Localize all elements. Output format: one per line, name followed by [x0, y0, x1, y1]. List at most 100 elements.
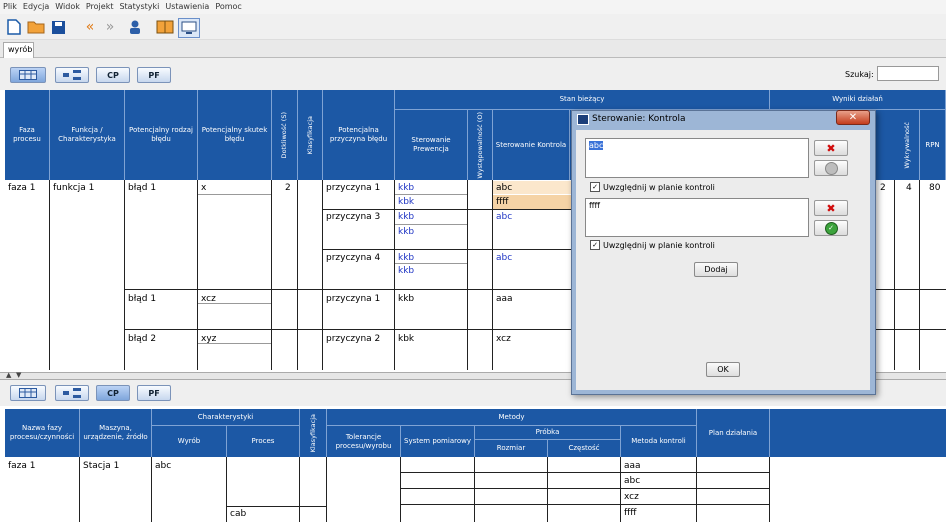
cell-metoda-kontroli[interactable]: abc — [621, 476, 640, 486]
cell-result-w[interactable]: 4 — [903, 183, 912, 193]
lower-cp-view-button[interactable]: CP — [96, 385, 130, 401]
cell-wyrob[interactable]: abc — [152, 461, 171, 471]
add-button[interactable]: Dodaj — [694, 262, 738, 277]
header-wykrywalnosc: Wykrywalność — [895, 110, 920, 180]
header-czestosc: Częstość — [548, 440, 621, 457]
grid-line — [326, 457, 327, 522]
header-charakterystyki: Charakterystyki — [152, 409, 300, 426]
lower-tree-view-button[interactable] — [55, 385, 89, 401]
forward-icon[interactable]: » — [100, 18, 120, 36]
cell-kontrola[interactable]: abc — [493, 253, 512, 263]
dialog-title: Sterowanie: Kontrola — [592, 114, 686, 124]
cp-view-button[interactable]: CP — [96, 67, 130, 83]
cell-przyczyna[interactable]: przyczyna 1 — [323, 183, 380, 193]
cell-kontrola[interactable]: abc — [493, 212, 512, 222]
back-icon[interactable]: « — [80, 18, 100, 36]
kontrola-entry-2[interactable]: ffff — [585, 198, 809, 237]
tab-wyrob[interactable]: wyrób — [3, 42, 34, 58]
cell-skutek[interactable]: xcz — [198, 294, 216, 304]
lower-table-view-button[interactable] — [10, 385, 46, 401]
header-kontrola: Sterowanie Kontrola — [493, 110, 570, 180]
header-dotkliwosc: Dotkliwość (S) — [272, 90, 298, 180]
search-input[interactable] — [877, 66, 939, 81]
header-wyrob: Wyrób — [152, 426, 227, 457]
accept-entry-2-button[interactable]: ✓ — [814, 220, 848, 236]
cell-nazwa-fazy[interactable]: faza 1 — [5, 461, 36, 471]
cell-prewencja[interactable]: kkb — [395, 294, 414, 304]
ok-button[interactable]: OK — [706, 362, 740, 377]
entry-text: ffff — [589, 201, 601, 210]
cell-prewencja[interactable]: kkb — [395, 227, 414, 237]
monitor-icon[interactable] — [178, 18, 200, 38]
cell-prewencja[interactable]: kkb — [395, 253, 414, 263]
app-icon — [577, 114, 589, 125]
delete-icon: ✖ — [826, 141, 836, 155]
open-folder-icon[interactable] — [26, 18, 46, 36]
tree-view-button[interactable] — [55, 67, 89, 83]
cell-blad[interactable]: błąd 1 — [125, 183, 156, 193]
menu-pomoc[interactable]: Pomoc — [212, 0, 245, 11]
book-icon[interactable] — [155, 18, 175, 36]
delete-entry-1-button[interactable]: ✖ — [814, 140, 848, 156]
menu-widok[interactable]: Widok — [52, 0, 83, 11]
cell-prewencja[interactable]: kbk — [395, 197, 414, 207]
grid-line — [894, 180, 895, 370]
cell-maszyna[interactable]: Stacja 1 — [80, 461, 119, 471]
header-wyniki: Wyniki działań — [770, 90, 946, 110]
lower-pf-view-button[interactable]: PF — [137, 385, 171, 401]
header-maszyna: Maszyna, urządzenie, źródło — [80, 409, 152, 457]
menu-ustawienia[interactable]: Ustawienia — [162, 0, 212, 11]
delete-entry-2-button[interactable]: ✖ — [814, 200, 848, 216]
menu-edycja[interactable]: Edycja — [20, 0, 52, 11]
cell-prewencja[interactable]: kkb — [395, 183, 414, 193]
menu-projekt[interactable]: Projekt — [83, 0, 117, 11]
grid-line — [297, 180, 298, 370]
cell-prewencja[interactable]: kkb — [395, 266, 414, 276]
cell-skutek[interactable]: x — [198, 183, 206, 193]
cell-proces[interactable]: cab — [227, 509, 246, 519]
checkbox-checked-icon: ✓ — [590, 240, 600, 250]
include-in-plan-checkbox-2[interactable]: ✓ Uwzględnij w planie kontroli — [590, 240, 715, 250]
delete-icon: ✖ — [826, 201, 836, 215]
table-view-button[interactable] — [10, 67, 46, 83]
cell-funkcja[interactable]: funkcja 1 — [50, 183, 94, 193]
cell-metoda-kontroli[interactable]: ffff — [621, 508, 636, 518]
cell-kontrola[interactable]: xcz — [493, 334, 511, 344]
cell-faza[interactable]: faza 1 — [5, 183, 36, 193]
cell-dotkliwosc[interactable]: 2 — [282, 183, 291, 193]
cell-result-rpn[interactable]: 80 — [926, 183, 940, 193]
collapse-down-icon[interactable]: ▼ — [16, 371, 21, 379]
cell-blad[interactable]: błąd 1 — [125, 294, 156, 304]
tab-strip — [0, 40, 946, 58]
cell-prewencja[interactable]: kbk — [395, 334, 414, 344]
collapse-up-icon[interactable]: ▲ — [6, 371, 11, 379]
cell-skutek[interactable]: xyz — [198, 334, 216, 344]
grid-line — [400, 472, 770, 473]
cell-przyczyna[interactable]: przyczyna 1 — [323, 294, 380, 304]
user-icon[interactable] — [125, 18, 145, 36]
cell-przyczyna[interactable]: przyczyna 2 — [323, 334, 380, 344]
save-icon[interactable] — [48, 18, 68, 36]
grid-line — [271, 180, 272, 370]
menu-statystyki[interactable]: Statystyki — [116, 0, 162, 11]
cell-metoda-kontroli[interactable]: aaa — [621, 461, 641, 471]
close-button[interactable]: ✕ — [836, 110, 870, 125]
cell-przyczyna[interactable]: przyczyna 3 — [323, 212, 380, 222]
accept-entry-1-button[interactable] — [814, 160, 848, 176]
new-file-icon[interactable] — [4, 18, 24, 36]
cell-kontrola[interactable]: abc — [493, 183, 512, 193]
cell-przyczyna[interactable]: przyczyna 4 — [323, 253, 380, 263]
cell-blad[interactable]: błąd 2 — [125, 334, 156, 344]
menu-plik[interactable]: Plik — [0, 0, 20, 11]
kontrola-entry-1[interactable]: abc — [585, 138, 809, 178]
grid-line — [49, 180, 50, 370]
pf-view-button[interactable]: PF — [137, 67, 171, 83]
cell-kontrola[interactable]: aaa — [493, 294, 513, 304]
header-funkcja: Funkcja / Charakterystyka — [50, 90, 125, 180]
header-wystepowalnosc: Występowalność (O) — [468, 110, 493, 180]
cell-kontrola[interactable]: ffff — [493, 197, 508, 207]
cell-metoda-kontroli[interactable]: xcz — [621, 492, 639, 502]
cell-prewencja[interactable]: kkb — [395, 212, 414, 222]
cell-result-s[interactable]: 2 — [877, 183, 886, 193]
include-in-plan-checkbox-1[interactable]: ✓ Uwzględnij w planie kontroli — [590, 182, 715, 192]
